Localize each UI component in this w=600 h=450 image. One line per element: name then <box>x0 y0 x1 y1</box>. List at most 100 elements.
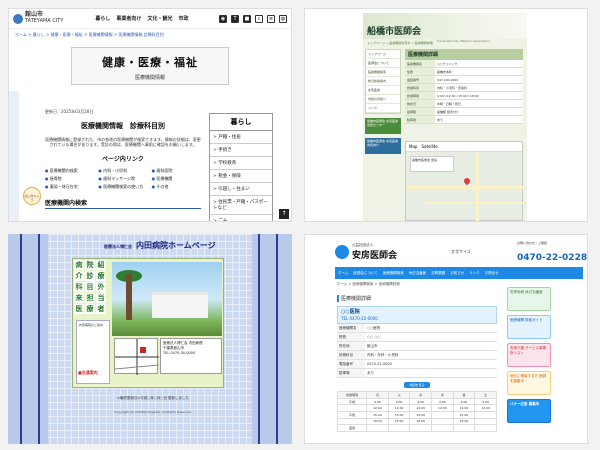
row-key: 駐車場 <box>337 369 365 378</box>
page-link[interactable]: 薬局・休日在宅 <box>45 184 94 190</box>
menu-char[interactable]: 介 <box>74 271 84 281</box>
menu-char[interactable]: 院 <box>85 260 95 270</box>
hospital-name: 内田病院ホームページ <box>136 241 216 250</box>
side-banner[interactable]: 安房介護 サービス事業所リスト <box>507 343 551 367</box>
hero-subtitle: 医療機関情報 <box>134 75 165 81</box>
color-icon[interactable]: ■ <box>243 14 251 23</box>
row-key: 医療機関名 <box>337 324 365 333</box>
left-nav-item[interactable]: 在宅医療 <box>366 86 400 95</box>
left-band <box>8 234 48 444</box>
menu-char[interactable]: 者 <box>96 304 106 314</box>
row-key: 最寄駅 <box>405 108 435 115</box>
person-icon[interactable]: ◉ <box>219 14 227 23</box>
google-map[interactable]: Map Satellite 船橋市医師会 会館 <box>405 141 524 221</box>
nav-item[interactable]: お問合せ <box>485 271 499 276</box>
side-menu-item[interactable]: 住民票・戸籍・パスポートなど <box>210 196 272 215</box>
side-menu-item[interactable]: 引越し・住まい <box>210 183 272 196</box>
contact-phone[interactable]: お問い合わせ・ご相談 0470-22-0228 <box>517 241 587 264</box>
menu-char[interactable]: 療 <box>96 271 106 281</box>
page-link[interactable]: 医療機関 <box>152 176 201 182</box>
access-map[interactable] <box>114 338 160 375</box>
side-menu-item[interactable]: 学校教育 <box>210 157 272 170</box>
left-nav-item[interactable]: 医療機関検索 <box>366 68 400 77</box>
side-menu-item[interactable]: 税金・保険 <box>210 170 272 183</box>
detail-row: 院長 ○○ ○○ <box>337 333 497 343</box>
menu-char[interactable]: 外 <box>96 282 106 292</box>
menu-char[interactable]: 目 <box>85 282 95 292</box>
traffic-link[interactable]: ■交通案内 <box>78 370 98 376</box>
left-nav-item[interactable]: リンク <box>366 104 400 113</box>
city-logo[interactable]: 館山市 TATEYAMA CITY <box>13 12 63 24</box>
awa-logo[interactable]: 公益社団法人 安房医師会 <box>335 243 397 261</box>
nav-item[interactable]: 休日当番医 <box>409 271 427 276</box>
header-cell: 金 <box>452 391 476 399</box>
view-map-button[interactable]: 地図を見る <box>404 382 430 389</box>
side-banner[interactable]: 船橋市医師会 在宅医療 市民向け <box>365 138 401 154</box>
menu-char[interactable]: 来 <box>74 293 84 303</box>
left-nav-item[interactable]: 市民の皆様へ <box>366 95 400 104</box>
site-title[interactable]: 船橋市医師会 <box>367 27 421 37</box>
side-banner[interactable]: 安房地域 休日当番医 <box>507 287 551 311</box>
page-link[interactable]: 医療機関内検索 <box>45 168 94 174</box>
side-menu: 暮らし 戸籍・住居 手続き 学校教育 税金・保険 引越し・住まい 住民票・戸籍・… <box>209 113 273 221</box>
breadcrumb[interactable]: ホーム > 医療機関検索 > 医療機関詳細 <box>337 282 400 287</box>
left-nav-item[interactable]: 休日診療案内 <box>366 77 400 86</box>
nav-item[interactable]: リンク <box>469 271 480 276</box>
table-cell: 15:00 <box>366 410 389 419</box>
page-link[interactable]: 医療機関検索の使い方 <box>98 184 147 190</box>
funabashi-page: 船橋市医師会 Funabashi City Medical Associatio… <box>363 13 527 221</box>
language-icon[interactable]: ◍ <box>279 14 287 23</box>
nav-item[interactable]: ホーム <box>338 271 348 276</box>
menu-char[interactable]: 療 <box>85 304 95 314</box>
text-size-icon[interactable]: T <box>231 14 239 23</box>
search-icon[interactable]: ⌕ <box>255 14 263 23</box>
mascot-character[interactable]: 館山市キャラ <box>23 187 41 205</box>
map-tab[interactable]: Map <box>409 144 417 149</box>
nav-item[interactable]: 医師会について <box>353 271 377 276</box>
menu-char[interactable]: 病 <box>74 260 84 270</box>
hospital-corp: 医療法人博仁会 <box>104 244 132 249</box>
breadcrumb[interactable]: ホーム > 暮らし > 健康・医療・福祉 > 医療機関情報 > 医療機関情報 診… <box>9 29 291 41</box>
uchida-hospital-panel: 医療法人博仁会 内田病院ホームページ 病院紹 介診療 科目外 来担当 医療者 内田… <box>8 234 292 444</box>
nav-item[interactable]: お知らせ <box>450 271 464 276</box>
map-pin-icon[interactable] <box>462 176 472 186</box>
page-link[interactable]: その他 <box>152 184 201 190</box>
side-banner[interactable]: 医療機関 検索ガイド <box>507 315 551 339</box>
nav-item[interactable]: 訪問看護 <box>431 271 445 276</box>
menu-char[interactable]: 紹 <box>96 260 106 270</box>
header-cell: 土 <box>474 391 497 399</box>
left-nav-item[interactable]: トップページ <box>366 50 400 59</box>
nav-business[interactable]: 事業者向け <box>116 15 141 22</box>
left-nav-item[interactable]: 医師会について <box>366 59 400 68</box>
back-to-top-button[interactable]: ↑ <box>279 209 289 219</box>
row-key: 電話番号 <box>405 76 435 83</box>
menu-icon[interactable]: ≡ <box>267 14 275 23</box>
side-menu-item[interactable]: ごみ <box>210 215 272 221</box>
menu-char[interactable]: 科 <box>74 282 84 292</box>
page-link[interactable]: 歯科医院 <box>152 168 201 174</box>
page-link[interactable]: 接骨院 <box>45 176 94 182</box>
page-link[interactable]: 内科・小児科 <box>98 168 147 174</box>
awa-global-nav: ホーム 医師会について 医療機関検索 休日当番医 訪問看護 お知らせ リンク お… <box>335 267 583 279</box>
side-banner[interactable]: 地元に帰省する方 医師を募集中 <box>507 371 551 395</box>
side-banner[interactable]: 船橋市医師会 在宅医療支援センター <box>365 118 401 134</box>
nav-kurashi[interactable]: 暮らし <box>95 15 110 22</box>
menu-char[interactable]: 診 <box>85 271 95 281</box>
row-key: 住所 <box>405 68 435 75</box>
nav-city-admin[interactable]: 市政 <box>178 15 188 22</box>
nav-item[interactable]: 医療機関検索 <box>383 271 404 276</box>
text-size-control[interactable]: 文字サイズ <box>451 249 471 255</box>
map-info-card[interactable]: 船橋市医師会 会館 <box>410 156 454 172</box>
table-cell: 9:00 <box>474 397 497 406</box>
table-cell: 9:00 <box>366 397 389 406</box>
satellite-tab[interactable]: Satellite <box>421 144 437 149</box>
page-link[interactable]: 歯科マッサージ院 <box>98 176 147 182</box>
updated-date: 更新日：2025年03月28日 <box>45 109 94 114</box>
side-menu-item[interactable]: 戸籍・住居 <box>210 131 272 144</box>
side-menu-item[interactable]: 手続き <box>210 144 272 157</box>
nav-culture[interactable]: 文化・観光 <box>147 15 172 22</box>
menu-char[interactable]: 当 <box>96 293 106 303</box>
menu-char[interactable]: 担 <box>85 293 95 303</box>
side-banner[interactable]: バナー広告 募集中 <box>507 399 551 423</box>
menu-char[interactable]: 医 <box>74 304 84 314</box>
